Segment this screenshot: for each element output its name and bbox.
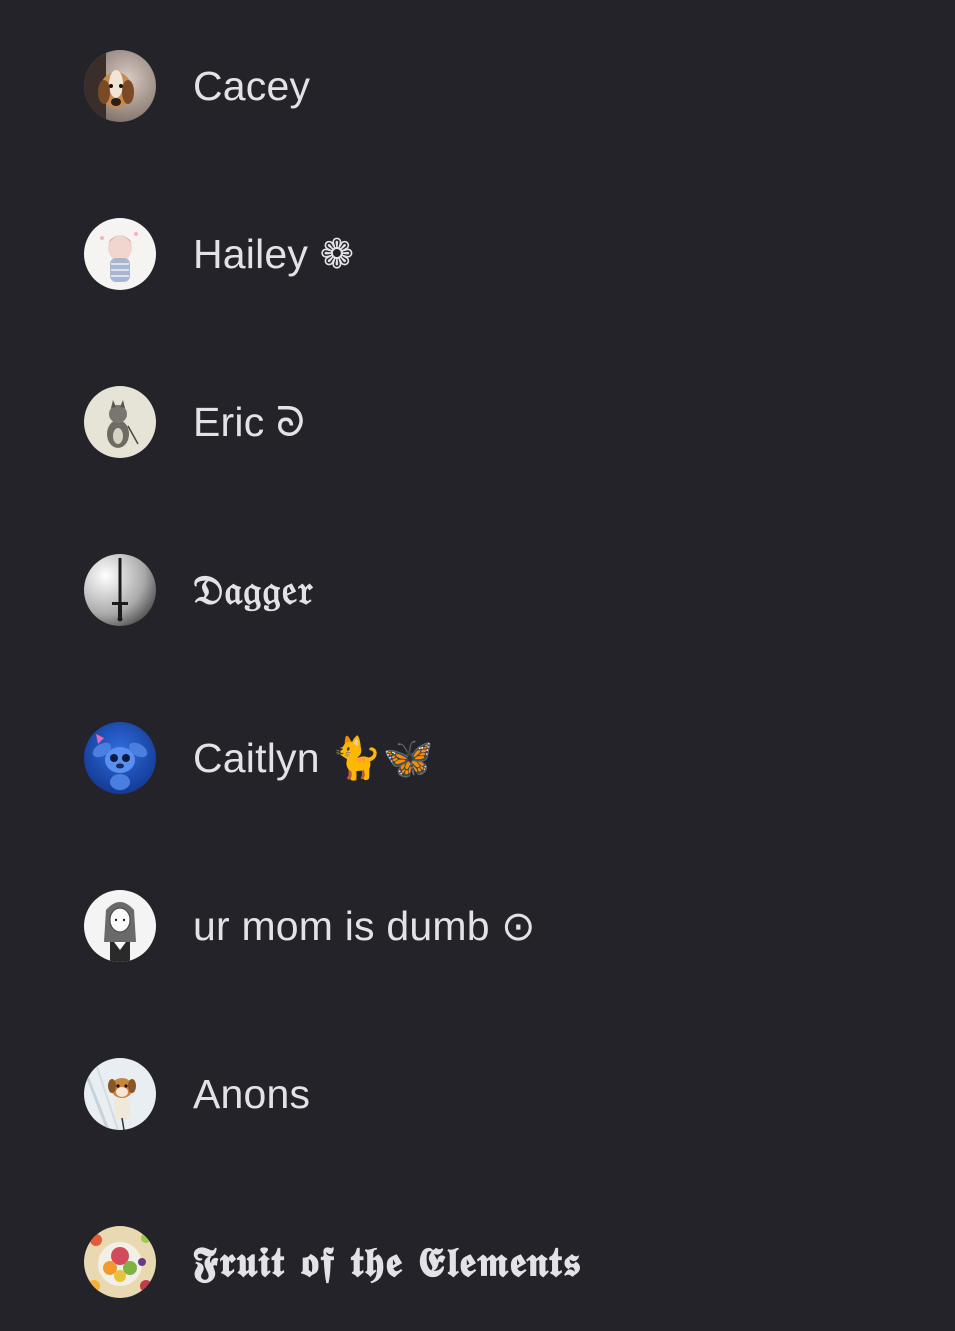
contact-name: Caitlyn 🐈🦋 — [193, 735, 434, 781]
contact-name: Anons — [193, 1071, 311, 1117]
contact-name: 𝔇𝔞𝔤𝔤𝔢𝔯 — [193, 566, 314, 614]
contact-name: Cacey — [193, 63, 311, 109]
avatar — [84, 50, 156, 122]
contact-name: 𝕱𝖗𝖚𝖎𝖙 𝖔𝖋 𝖙𝖍𝖊 𝕰𝖑𝖊𝖒𝖊𝖓𝖙𝖘 — [193, 1238, 582, 1286]
contact-name: ur mom is dumb ⊙ — [193, 903, 536, 949]
contact-row-hailey[interactable]: Hailey ❁ — [0, 170, 955, 338]
contact-name: Hailey ❁ — [193, 231, 355, 277]
contact-row-eric[interactable]: Eric ᘐ — [0, 338, 955, 506]
contact-row-caitlyn[interactable]: Caitlyn 🐈🦋 — [0, 674, 955, 842]
avatar — [84, 722, 156, 794]
contact-row-dagger[interactable]: 𝔇𝔞𝔤𝔤𝔢𝔯 — [0, 506, 955, 674]
avatar — [84, 386, 156, 458]
avatar — [84, 554, 156, 626]
avatar — [84, 1058, 156, 1130]
contact-row-ur-mom-is-dumb[interactable]: ur mom is dumb ⊙ — [0, 842, 955, 1010]
avatar — [84, 218, 156, 290]
avatar — [84, 1226, 156, 1298]
contact-row-cacey[interactable]: Cacey — [0, 2, 955, 170]
contact-row-fruit-of-the-elements[interactable]: 𝕱𝖗𝖚𝖎𝖙 𝖔𝖋 𝖙𝖍𝖊 𝕰𝖑𝖊𝖒𝖊𝖓𝖙𝖘 — [0, 1178, 955, 1331]
avatar — [84, 890, 156, 962]
contact-name: Eric ᘐ — [193, 399, 306, 445]
contact-list: Cacey Hailey ❁ Eric ᘐ 𝔇𝔞𝔤𝔤𝔢𝔯 Caitlyn 🐈🦋 … — [0, 0, 955, 1331]
contact-row-anons[interactable]: Anons — [0, 1010, 955, 1178]
